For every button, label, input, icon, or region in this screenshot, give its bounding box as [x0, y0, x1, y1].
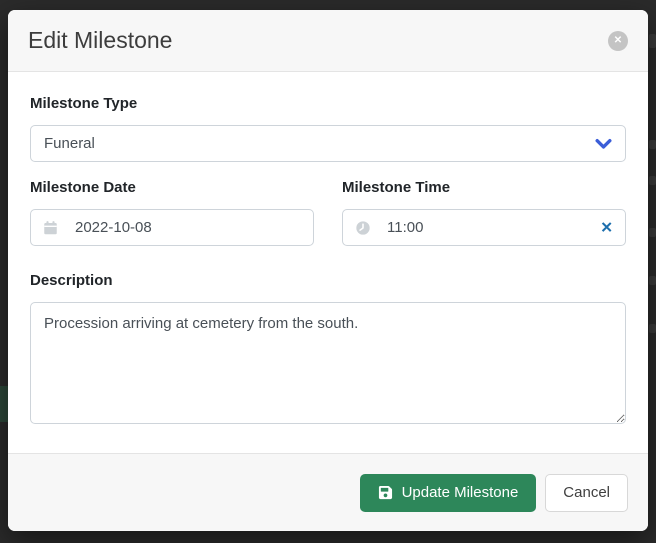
cancel-button[interactable]: Cancel: [545, 474, 628, 512]
edit-milestone-dialog: Edit Milestone ✕ Milestone Type Funeral: [8, 10, 648, 531]
save-icon: [378, 485, 393, 500]
milestone-type-label: Milestone Type: [30, 95, 626, 113]
backdrop-artifact: [649, 276, 656, 285]
backdrop-artifact: [649, 176, 656, 185]
backdrop-artifact: [649, 140, 656, 149]
close-button[interactable]: ✕: [608, 31, 628, 51]
clear-time-button[interactable]: ✕: [598, 218, 615, 237]
milestone-date-group: Milestone Date: [30, 179, 314, 246]
backdrop-artifact: [0, 386, 8, 422]
modal-body: Milestone Type Funeral Milestone Date: [8, 72, 648, 453]
close-icon: ✕: [614, 36, 622, 46]
update-milestone-button[interactable]: Update Milestone: [360, 474, 537, 512]
description-label: Description: [30, 272, 626, 290]
milestone-type-group: Milestone Type Funeral: [30, 95, 626, 162]
backdrop-artifact: [649, 34, 656, 48]
page-title: Edit Milestone: [28, 27, 172, 54]
milestone-date-input[interactable]: [30, 209, 314, 246]
modal-backdrop: Edit Milestone ✕ Milestone Type Funeral: [0, 0, 656, 543]
description-textarea[interactable]: Procession arriving at cemetery from the…: [30, 302, 626, 424]
milestone-date-label: Milestone Date: [30, 179, 314, 197]
milestone-time-input[interactable]: [342, 209, 626, 246]
milestone-time-label: Milestone Time: [342, 179, 626, 197]
milestone-time-group: Milestone Time ✕: [342, 179, 626, 246]
modal-footer: Update Milestone Cancel: [8, 453, 648, 531]
backdrop-artifact: [649, 324, 656, 333]
milestone-type-select[interactable]: Funeral: [30, 125, 626, 162]
clear-icon: ✕: [600, 219, 613, 236]
description-group: Description Procession arriving at cemet…: [30, 272, 626, 424]
modal-header: Edit Milestone ✕: [8, 10, 648, 72]
update-milestone-label: Update Milestone: [402, 484, 519, 501]
backdrop-artifact: [649, 228, 656, 237]
